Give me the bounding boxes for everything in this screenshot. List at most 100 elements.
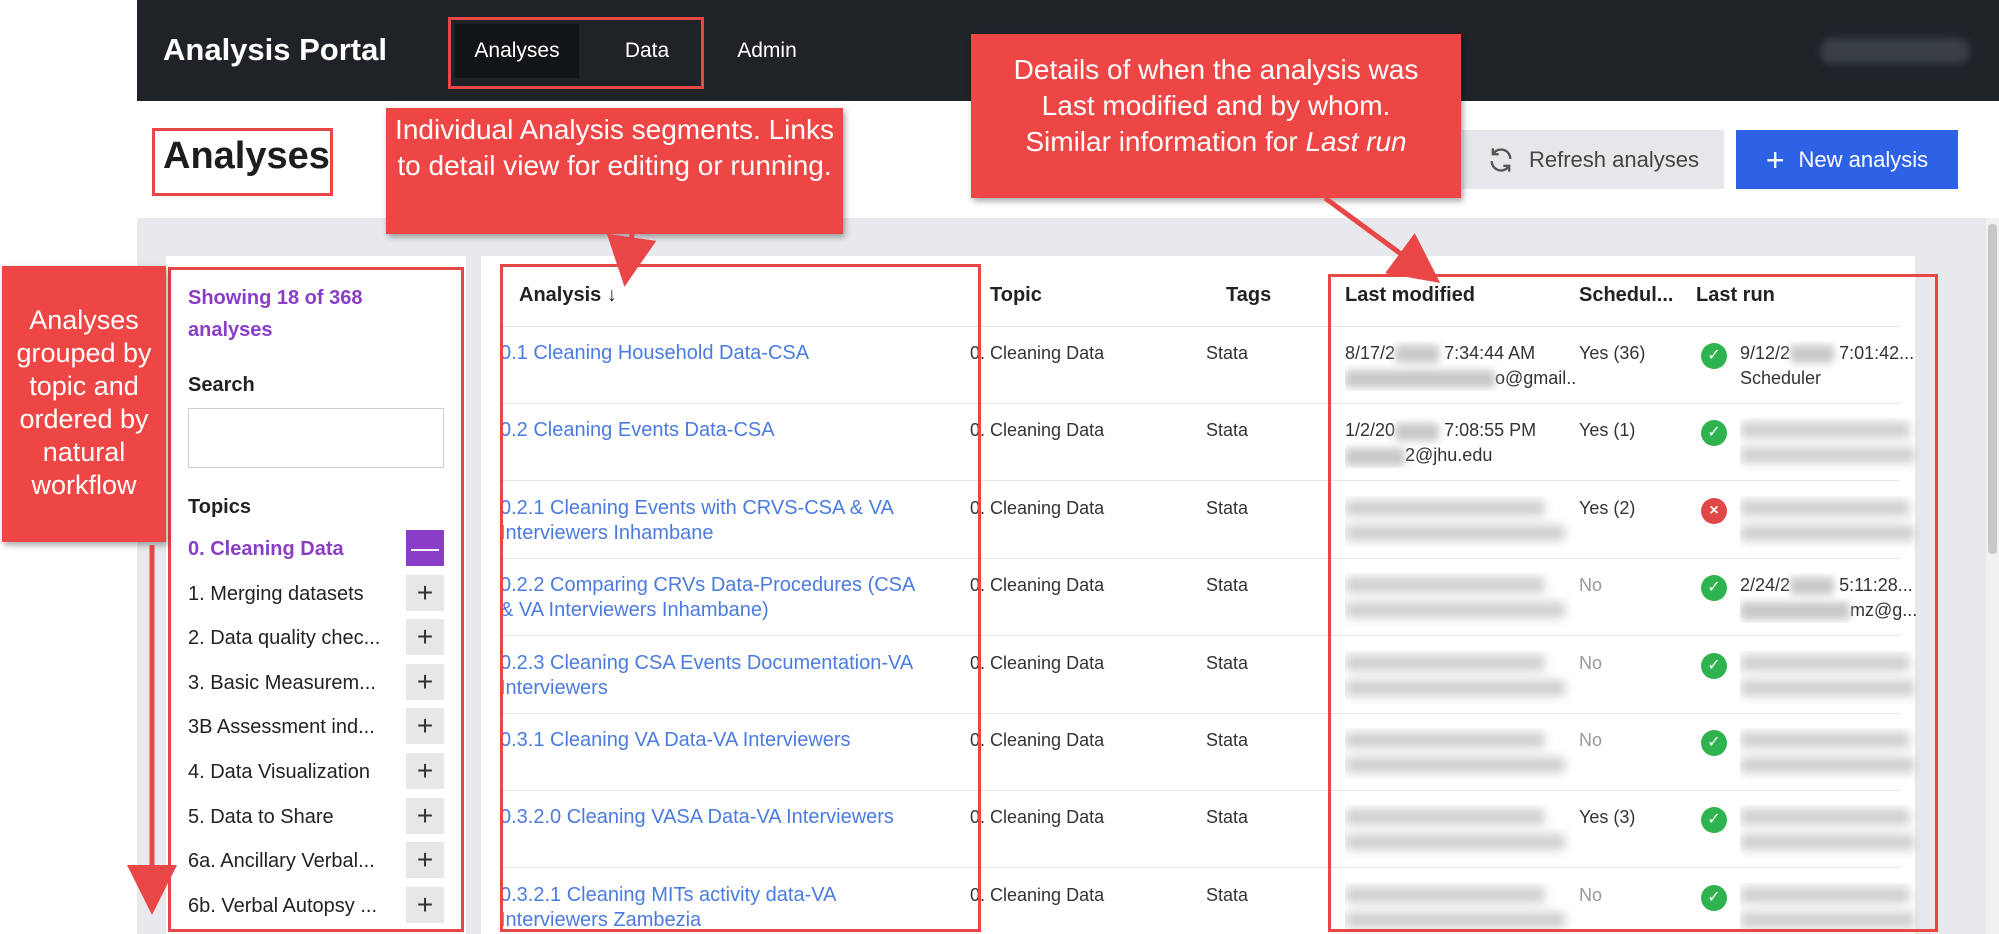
table-row[interactable]: 0.2.1 Cleaning Events with CRVS-CSA & VA… [500,482,1915,559]
col-header-tags[interactable]: Tags [1226,284,1271,307]
analysis-name[interactable]: 0.2.1 Cleaning Events with CRVS-CSA & VA… [500,496,960,546]
topic-item[interactable]: 2. Data quality chec... + [188,619,448,657]
table-row[interactable]: 0.2.3 Cleaning CSA Events Documentation-… [500,637,1915,714]
refresh-analyses-button[interactable]: Refresh analyses [1462,130,1724,189]
expand-topic-button[interactable]: + [406,619,444,656]
analysis-link-line[interactable]: 0.2.2 Comparing CRVs Data-Procedures (CS… [500,574,915,596]
expand-topic-button[interactable]: + [406,886,444,923]
topic-item[interactable]: 1. Merging datasets + [188,574,448,613]
row-topic: 0. Cleaning Data [970,575,1105,596]
modified-date: 8/17/2 [1345,343,1396,363]
col-header-analysis[interactable]: Analysis ↓ [519,284,617,307]
search-input[interactable] [188,408,444,468]
row-scheduled: Yes (1) [1579,420,1636,441]
expand-topic-button[interactable]: + [406,663,444,700]
row-tags: Stata [1206,652,1249,673]
row-last-run: 2/24/2 5:11:28... mz@g... [1740,573,1920,623]
nav-tab-admin[interactable]: Admin [712,24,822,78]
table-row[interactable]: 0.2 Cleaning Events Data-CSA 0. Cleaning … [500,404,1915,482]
modified-by: 2@jhu.edu [1405,445,1493,466]
topic-item[interactable]: 3. Basic Measurem... + [188,663,448,702]
topic-label[interactable]: 0. Cleaning Data [188,538,398,561]
row-last-run [1740,883,1920,934]
col-header-topic[interactable]: Topic [990,284,1042,307]
last-run-date: 9/12/2 [1740,343,1791,363]
scrollbar-thumb[interactable] [1988,224,1997,554]
collapse-topic-button[interactable]: — [406,530,444,566]
topic-item[interactable]: 5. Data to Share + [188,797,448,836]
page-title: Analyses [163,135,330,177]
analysis-link-line[interactable]: 0.2 Cleaning Events Data-CSA [500,419,775,441]
row-topic: 0. Cleaning Data [970,497,1105,518]
analysis-name[interactable]: 0.2.2 Comparing CRVs Data-Procedures (CS… [500,573,960,623]
table-row[interactable]: 0.3.2.0 Cleaning VASA Data-VA Interviewe… [500,791,1915,869]
topic-label[interactable]: 2. Data quality chec... [188,627,398,650]
topic-label[interactable]: 3B Assessment ind... [188,716,398,739]
expand-topic-button[interactable]: + [406,797,444,834]
success-check-icon: ✓ [1701,420,1727,447]
table-row[interactable]: 0.3.2.1 Cleaning MITs activity data-VA In… [500,869,1915,934]
topic-label[interactable]: 6b. Verbal Autopsy ... [188,895,398,918]
analysis-link-line[interactable]: 0.3.1 Cleaning VA Data-VA Interviewers [500,729,851,751]
expand-topic-button[interactable]: + [406,753,444,789]
topic-item[interactable]: 0. Cleaning Data — [188,530,448,568]
topic-label[interactable]: 5. Data to Share [188,806,398,829]
topic-item[interactable]: 6b. Verbal Autopsy ... + [188,886,448,925]
topic-item[interactable]: 3B Assessment ind... + [188,708,448,746]
analysis-link-line[interactable]: 0.2.1 Cleaning Events with CRVS-CSA & VA [500,497,894,519]
topic-label[interactable]: 6a. Ancillary Verbal... [188,850,398,873]
analysis-link-line[interactable]: 0.2.3 Cleaning CSA Events Documentation-… [500,652,913,674]
nav-tab-data[interactable]: Data [592,24,702,78]
modified-by: o@gmail.... [1495,368,1575,388]
callout-segments: Individual Analysis segments. Links to d… [386,108,843,234]
table-row[interactable]: 0.2.2 Comparing CRVs Data-Procedures (CS… [500,559,1917,637]
col-header-scheduled[interactable]: Schedul... [1579,284,1673,307]
table-row[interactable]: 0.1 Cleaning Household Data-CSA 0. Cleani… [500,327,1914,404]
topic-label[interactable]: 3. Basic Measurem... [188,672,398,695]
last-run-by: mz@g... [1850,600,1918,621]
col-header-last-run[interactable]: Last run [1696,284,1775,307]
user-menu[interactable] [1820,38,1970,64]
plus-icon: + [1765,141,1785,178]
analysis-link-line[interactable]: 0.1 Cleaning Household Data-CSA [500,342,809,364]
table-row[interactable]: 0.3.1 Cleaning VA Data-VA Interviewers 0.… [500,714,1915,791]
topic-label[interactable]: 1. Merging datasets [188,583,398,606]
page-scrollbar[interactable] [1986,218,1999,934]
analyses-table: Analysis ↓ Topic Tags Last modified Sche… [481,256,1917,934]
analysis-name[interactable]: 0.2.3 Cleaning CSA Events Documentation-… [500,651,960,701]
analysis-link-line[interactable]: Interviewers [500,677,608,699]
topics-label: Topics [188,496,251,518]
app-title[interactable]: Analysis Portal [163,32,387,68]
callout-grouped: Analyses grouped by topic and ordered by… [2,266,166,542]
row-last-modified: 1/2/20 7:08:55 PM 2@jhu.edu [1345,418,1575,468]
row-topic: 0. Cleaning Data [970,652,1105,673]
row-last-modified [1345,496,1575,550]
analysis-name[interactable]: 0.3.2.0 Cleaning VASA Data-VA Interviewe… [500,805,960,830]
analysis-link-line[interactable]: Interviewers Inhambane [500,522,713,544]
expand-topic-button[interactable]: + [406,574,444,611]
callout-details-line1: Details of when the analysis was [1013,54,1419,85]
analysis-link-line[interactable]: & VA Interviewers Inhambane) [500,599,769,621]
col-header-last-modified[interactable]: Last modified [1345,284,1475,307]
analysis-name[interactable]: 0.3.2.1 Cleaning MITs activity data-VA In… [500,883,960,933]
analysis-link-line[interactable]: 0.3.2.1 Cleaning MITs activity data-VA [500,884,836,906]
row-last-run [1740,728,1920,782]
topic-label[interactable]: 4. Data Visualization [188,761,398,784]
row-topic: 0. Cleaning Data [970,884,1105,905]
topic-item[interactable]: 6a. Ancillary Verbal... + [188,842,448,880]
analysis-name[interactable]: 0.1 Cleaning Household Data-CSA [500,341,960,366]
topic-item[interactable]: 4. Data Visualization + [188,753,448,791]
nav-tab-analyses[interactable]: Analyses [455,24,579,78]
new-analysis-button[interactable]: + New analysis [1736,130,1958,189]
row-topic: 0. Cleaning Data [970,807,1105,828]
row-scheduled: Yes (3) [1579,807,1636,828]
analysis-name[interactable]: 0.2 Cleaning Events Data-CSA [500,418,960,443]
expand-topic-button[interactable]: + [406,842,444,879]
row-scheduled: No [1579,652,1603,673]
expand-topic-button[interactable]: + [406,708,444,745]
success-check-icon: ✓ [1701,343,1727,369]
analysis-name[interactable]: 0.3.1 Cleaning VA Data-VA Interviewers [500,728,960,753]
analysis-link-line[interactable]: Interviewers Zambezia [500,909,701,931]
analysis-link-line[interactable]: 0.3.2.0 Cleaning VASA Data-VA Interviewe… [500,806,894,828]
callout-details: Details of when the analysis was Last mo… [971,34,1461,198]
